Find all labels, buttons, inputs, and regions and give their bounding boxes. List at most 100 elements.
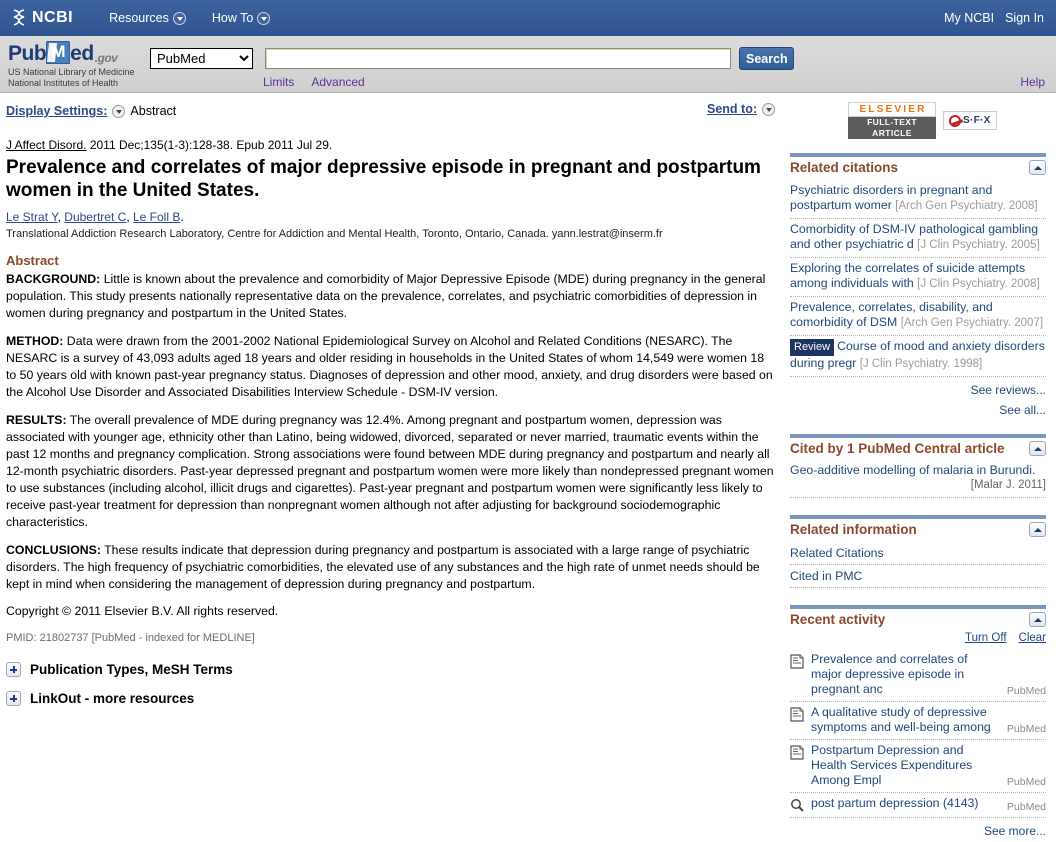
panel-recent-activity: Recent activity Turn Off Clear Prevalenc… [790,605,1046,838]
citation-details: 2011 Dec;135(1-3):128-38. Epub 2011 Jul … [86,138,333,152]
related-citation-source: [J Clin Psychiatry. 2005] [917,239,1040,251]
panel-divider [790,605,1046,609]
pubmed-search-header: Pub Med .gov US National Library of Medici… [0,36,1056,93]
recent-activity-item[interactable]: post partum depression (4143) PubMed [790,793,1046,818]
nav-resources-label: Resources [109,11,169,25]
recent-activity-item[interactable]: Postpartum Depression and Health Service… [790,740,1046,793]
pubmed-logo-text: Pub Med .gov [8,40,135,64]
recent-activity-item[interactable]: Prevalence and correlates of major depre… [790,649,1046,702]
section-text-conclusions: These results indicate that depression d… [6,543,760,591]
sidebar: ELSEVIER FULL-TEXT ARTICLE S·F·X Related… [785,93,1056,842]
see-more-link[interactable]: See more... [790,824,1046,838]
expandable-label-publication-types: Publication Types, MeSH Terms [30,662,233,677]
chevron-down-icon[interactable] [257,11,271,25]
my-ncbi-link[interactable]: My NCBI [944,11,994,25]
expandable-linkout[interactable]: LinkOut - more resources [6,691,775,706]
related-citation-item[interactable]: Exploring the correlates of suicide atte… [790,258,1046,297]
plus-icon[interactable] [6,691,21,706]
cited-by-source: [Malar J. 2011] [970,479,1046,491]
limits-link[interactable]: Limits [263,75,294,89]
clear-button[interactable]: Clear [1019,632,1046,644]
pubmed-logo[interactable]: Pub Med .gov US National Library of Medici… [8,40,135,89]
section-label-results: RESULTS: [6,413,67,427]
document-icon [790,654,804,669]
recent-activity-db: PubMed [1006,801,1046,813]
database-select[interactable]: PubMed [150,48,253,69]
see-all-link[interactable]: See all... [790,403,1046,417]
panel-cited-by: Cited by 1 PubMed Central article Geo-ad… [790,434,1046,498]
send-to-row: Send to: [707,102,775,116]
author-link-2[interactable]: Le Foll B [133,210,180,224]
related-information-item[interactable]: Cited in PMC [790,565,1046,588]
author-link-0[interactable]: Le Strat Y [6,210,58,224]
send-to-button[interactable]: Send to: [707,102,757,116]
author-link-1[interactable]: Dubertret C [64,210,126,224]
abstract-section-method: METHOD: Data were drawn from the 2001-20… [6,333,775,401]
pmid-status: PMID: 21802737 [PubMed - indexed for MED… [6,632,255,644]
ncbi-logo[interactable]: NCBI [12,9,73,27]
panel-header: Related citations [790,160,1046,176]
recent-activity-title[interactable]: A qualitative study of depressive sympto… [811,705,998,735]
recent-activity-item[interactable]: A qualitative study of depressive sympto… [790,702,1046,740]
logo-ed: ed [70,42,94,65]
related-citation-item[interactable]: Prevalence, correlates, disability, and … [790,297,1046,336]
abstract-section-conclusions: CONCLUSIONS: These results indicate that… [6,542,775,593]
expandable-publication-types[interactable]: Publication Types, MeSH Terms [6,662,775,677]
sfx-link[interactable]: S·F·X [943,111,997,130]
status-badge: Review [790,339,835,356]
related-information-item[interactable]: Related Citations [790,542,1046,565]
related-citation-source: [Arch Gen Psychiatry. 2008] [895,200,1038,212]
ncbi-top-bar: NCBI Resources How To My NCBI Sign In [0,0,1056,36]
panel-header: Cited by 1 PubMed Central article [790,441,1046,457]
elsevier-fulltext-label: FULL-TEXT ARTICLE [848,117,936,139]
ncbi-menu: Resources How To [109,11,271,25]
chevron-down-icon[interactable] [172,11,186,25]
panel-header: Recent activity [790,612,1046,628]
advanced-link[interactable]: Advanced [311,75,364,89]
plus-icon[interactable] [6,662,21,677]
chevron-down-icon[interactable] [762,102,775,116]
help-link[interactable]: Help [1020,75,1045,89]
elsevier-fulltext-link[interactable]: ELSEVIER FULL-TEXT ARTICLE [848,102,936,139]
search-sub-links: Limits Advanced [263,75,365,89]
sign-in-link[interactable]: Sign In [1005,11,1044,25]
nav-how-to-label: How To [211,11,254,25]
related-citation-source: [J Clin Psychiatry. 2008] [917,278,1040,290]
related-citations-link[interactable]: Related Citations [790,546,884,560]
collapse-icon[interactable] [1029,522,1046,537]
panel-related-citations: Related citations Psychiatric disorders … [790,153,1046,417]
cited-by-item[interactable]: Geo-additive modelling of malaria in Bur… [790,461,1046,498]
search-input[interactable] [265,48,731,69]
pubmed-logo-subtitle: US National Library of Medicine National… [8,67,135,89]
related-citation-item[interactable]: Comorbidity of DSM-IV pathological gambl… [790,219,1046,258]
dna-icon [13,9,25,26]
subtitle-line-1: US National Library of Medicine [8,67,135,77]
display-settings-button[interactable]: Display Settings: [6,104,107,118]
collapse-icon[interactable] [1029,612,1046,627]
logo-pub: Pub [8,42,47,65]
cited-in-pmc-link[interactable]: Cited in PMC [790,569,862,583]
chevron-down-icon[interactable] [112,104,126,118]
related-citation-item[interactable]: Review Course of mood and anxiety disorde… [790,336,1046,377]
collapse-icon[interactable] [1029,160,1046,175]
nav-resources[interactable]: Resources [109,11,186,25]
panel-divider [790,153,1046,157]
collapse-icon[interactable] [1029,441,1046,456]
turn-off-button[interactable]: Turn Off [965,632,1007,644]
related-citation-item[interactable]: Psychiatric disorders in pregnant and po… [790,180,1046,219]
nav-how-to[interactable]: How To [211,11,271,25]
author-affiliation: Translational Addiction Research Laborat… [6,228,663,240]
panel-title-recent-activity: Recent activity [790,612,886,627]
cited-by-title[interactable]: Geo-additive modelling of malaria in Bur… [790,463,1035,477]
see-reviews-link[interactable]: See reviews... [790,383,1046,397]
book-icon: M [46,41,71,64]
section-text-method: Data were drawn from the 2001-2002 Natio… [6,334,773,399]
recent-activity-title[interactable]: Postpartum Depression and Health Service… [811,743,998,788]
journal-link[interactable]: J Affect Disord. [6,138,86,152]
display-settings-row: Display Settings: Abstract [6,102,775,120]
recent-activity-title[interactable]: post partum depression (4143) [811,796,998,811]
sfx-label: S·F·X [963,115,991,126]
search-button[interactable]: Search [739,47,794,70]
recent-activity-title[interactable]: Prevalence and correlates of major depre… [811,652,998,697]
panel-divider [790,434,1046,438]
